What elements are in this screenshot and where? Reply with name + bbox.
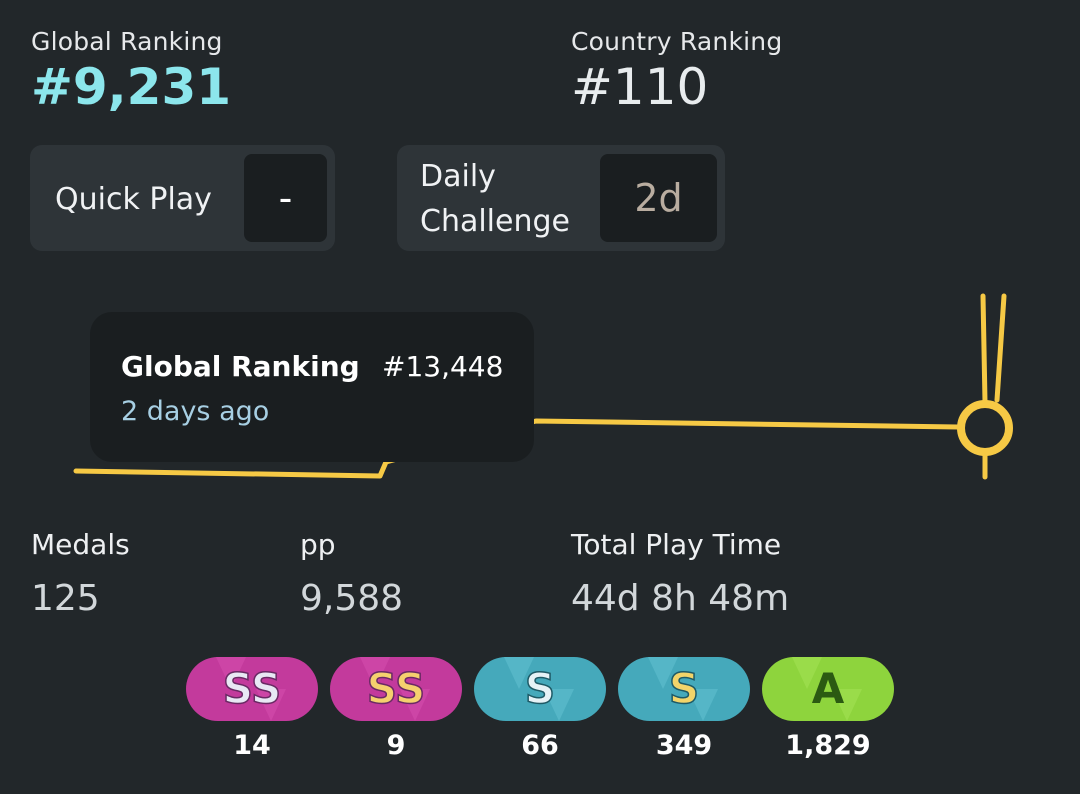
- grade-ss-gold-letters: SS: [367, 664, 426, 713]
- daily-challenge-value: 2d: [600, 154, 717, 242]
- country-ranking-label: Country Ranking: [571, 27, 783, 56]
- grade-ss-gold-icon: SS: [330, 657, 462, 721]
- grade-a-badge: A: [762, 657, 894, 721]
- play-time-label: Total Play Time: [571, 528, 782, 561]
- grade-ss-silver-icon: SS: [186, 657, 318, 721]
- grade-s-gold-icon: S: [618, 657, 750, 721]
- quick-play-rank-box: Quick Play -: [30, 145, 335, 251]
- grade-s-silver-count: 66: [521, 730, 559, 761]
- grade-s-silver-badge: S: [474, 657, 606, 721]
- global-ranking-label: Global Ranking: [31, 27, 223, 56]
- grade-a-icon: A: [762, 657, 894, 721]
- pp-value: 9,588: [300, 578, 404, 619]
- medals-label: Medals: [31, 528, 130, 561]
- medals-value: 125: [31, 578, 100, 619]
- grade-s-gold-count: 349: [655, 730, 713, 761]
- rank-tooltip: Global Ranking #13,448 2 days ago: [90, 312, 534, 462]
- quick-play-value: -: [244, 154, 327, 242]
- daily-challenge-label-line1: Daily: [420, 159, 496, 194]
- hover-marker-circle: [957, 400, 1013, 456]
- pp-label: pp: [300, 528, 336, 561]
- grade-s-silver-icon: S: [474, 657, 606, 721]
- grade-s-silver-letter: S: [525, 664, 555, 713]
- grade-ss-gold-badge: SS: [330, 657, 462, 721]
- grade-s-gold-badge: S: [618, 657, 750, 721]
- global-ranking-value: #9,231: [31, 58, 232, 116]
- rank-history-line-end-2: [994, 293, 1007, 403]
- tooltip-rank: #13,448: [382, 350, 504, 383]
- grade-s-gold-letter: S: [669, 664, 699, 713]
- tooltip-title: Global Ranking: [121, 350, 360, 383]
- rank-history-line-end: [980, 293, 988, 405]
- grade-a-letter: A: [812, 664, 845, 713]
- play-time-value: 44d 8h 48m: [571, 578, 790, 619]
- daily-challenge-box: Daily Challenge 2d: [397, 145, 725, 251]
- grade-a-count: 1,829: [785, 730, 871, 761]
- tooltip-time: 2 days ago: [121, 396, 270, 427]
- grade-ss-silver-count: 14: [233, 730, 271, 761]
- quick-play-label: Quick Play: [55, 182, 212, 217]
- daily-challenge-label-line2: Challenge: [420, 204, 570, 239]
- grade-ss-gold-count: 9: [386, 730, 406, 761]
- profile-rank-panel: Global Ranking #9,231 Country Ranking #1…: [0, 0, 1080, 794]
- grade-ss-silver-letters: SS: [223, 664, 282, 713]
- country-ranking-value: #110: [571, 58, 709, 116]
- grade-ss-silver-badge: SS: [186, 657, 318, 721]
